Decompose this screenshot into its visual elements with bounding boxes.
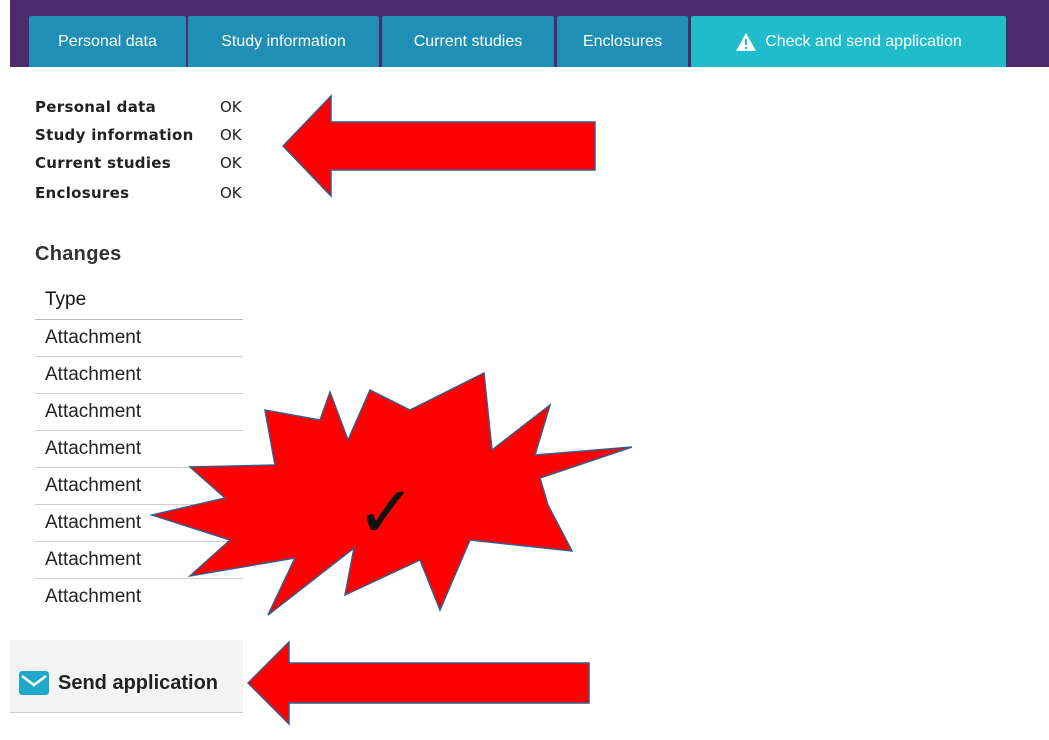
table-row: Attachment <box>35 320 243 357</box>
summary-label: Current studies <box>35 154 171 172</box>
tab-label: Personal data <box>58 32 157 50</box>
send-application-button[interactable]: Send application <box>18 668 218 698</box>
tab-label: Enclosures <box>582 32 663 50</box>
red-arrow-bottom <box>246 640 590 726</box>
tab-check-and-send[interactable]: Check and send application <box>691 16 1006 67</box>
table-row: Attachment <box>35 505 243 542</box>
table-row: Attachment <box>35 468 243 505</box>
check-mark-icon: ✓ <box>356 470 416 554</box>
summary-row-personal-data: Personal data OK <box>35 96 242 118</box>
tab-personal-data[interactable]: Personal data <box>29 16 186 67</box>
tab-enclosures[interactable]: Enclosures <box>557 16 688 67</box>
warning-triangle-icon <box>735 32 757 52</box>
summary-row-current-studies: Current studies OK <box>35 152 242 174</box>
tab-study-information[interactable]: Study information <box>188 16 379 67</box>
table-row: Attachment <box>35 431 243 468</box>
table-header-type: Type <box>35 284 243 320</box>
summary-label: Enclosures <box>35 184 130 202</box>
tab-label: Current studies <box>413 32 523 50</box>
summary-row-enclosures: Enclosures OK <box>35 182 242 204</box>
table-row: Attachment <box>35 357 243 394</box>
summary-label: Study information <box>35 126 194 144</box>
summary-status: OK <box>220 98 242 116</box>
send-area: Send application <box>10 640 243 713</box>
summary-status: OK <box>220 154 242 172</box>
send-application-label: Send application <box>58 671 219 694</box>
envelope-icon <box>18 670 50 696</box>
changes-title: Changes <box>35 243 122 265</box>
table-row: Attachment <box>45 586 142 607</box>
tab-label: Study information <box>221 32 346 50</box>
table-row: Attachment <box>35 542 243 579</box>
tab-current-studies[interactable]: Current studies <box>382 16 554 67</box>
summary-row-study-information: Study information OK <box>35 124 242 146</box>
summary-status: OK <box>220 184 242 202</box>
changes-table: Type Attachment Attachment Attachment At… <box>35 284 243 615</box>
tab-label: Check and send application <box>765 32 962 50</box>
table-row: Attachment <box>35 394 243 431</box>
summary-status: OK <box>220 126 242 144</box>
summary-label: Personal data <box>35 98 157 116</box>
